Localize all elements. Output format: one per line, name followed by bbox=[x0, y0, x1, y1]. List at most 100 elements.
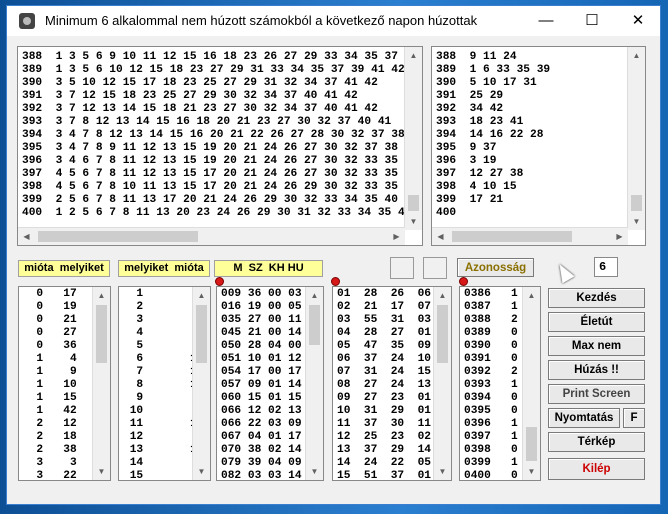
list-item[interactable]: 393 18 23 41 bbox=[436, 116, 550, 129]
list2-vscroll[interactable]: ▲ ▼ bbox=[192, 287, 210, 480]
list-item[interactable]: 396 3 4 6 7 8 11 12 13 15 19 20 21 24 26… bbox=[22, 155, 422, 168]
list-item[interactable]: 04 28 27 01 bbox=[337, 327, 431, 340]
list-item[interactable]: 398 4 5 6 7 8 10 11 13 15 17 20 21 24 26… bbox=[22, 181, 422, 194]
scroll-up-icon[interactable]: ▲ bbox=[523, 287, 540, 304]
list-item[interactable]: 15 51 37 01 bbox=[337, 470, 431, 480]
list-item[interactable]: 11 37 30 11 bbox=[337, 418, 431, 431]
huzas-button[interactable]: Húzás !! bbox=[548, 360, 645, 380]
empty-field-2[interactable] bbox=[423, 257, 447, 279]
scroll-left-icon[interactable]: ◀ bbox=[18, 228, 35, 245]
list-item[interactable]: 051 10 01 12 bbox=[221, 353, 302, 366]
azonossag-button[interactable]: Azonosság bbox=[457, 258, 534, 277]
scroll-up-icon[interactable]: ▲ bbox=[93, 287, 110, 304]
scroll-left-icon[interactable]: ◀ bbox=[432, 228, 449, 245]
maximize-button[interactable]: ☐ bbox=[569, 6, 615, 36]
scroll-thumb[interactable] bbox=[526, 427, 537, 461]
list-item[interactable]: 03 55 31 03 bbox=[337, 314, 431, 327]
list5-vscroll[interactable]: ▲ ▼ bbox=[522, 287, 540, 480]
list-item[interactable]: 057 09 01 14 bbox=[221, 379, 302, 392]
list-item[interactable]: 390 5 10 17 31 bbox=[436, 77, 550, 90]
scroll-down-icon[interactable]: ▼ bbox=[306, 463, 323, 480]
list-item[interactable]: 060 15 01 15 bbox=[221, 392, 302, 405]
list-item[interactable]: 393 3 7 8 12 13 14 15 16 18 20 21 23 27 … bbox=[22, 116, 422, 129]
scroll-down-icon[interactable]: ▼ bbox=[193, 463, 210, 480]
list-item[interactable]: 05 47 35 09 bbox=[337, 340, 431, 353]
list-item[interactable]: 070 38 02 14 bbox=[221, 444, 302, 457]
scroll-thumb[interactable] bbox=[96, 305, 107, 363]
list-item[interactable]: 399 2 5 6 7 8 11 13 17 20 21 24 26 29 30… bbox=[22, 194, 422, 207]
list-item[interactable]: 10 31 29 01 bbox=[337, 405, 431, 418]
list-item[interactable]: 067 04 01 17 bbox=[221, 431, 302, 444]
scroll-up-icon[interactable]: ▲ bbox=[434, 287, 451, 304]
list-item[interactable]: 392 3 7 12 13 14 15 18 21 23 27 30 32 34… bbox=[22, 103, 422, 116]
list-statistics[interactable]: 01 28 26 06 02 21 17 07 03 55 31 03 04 28 2… bbox=[332, 286, 452, 481]
list-draw-counts[interactable]: 0386 1 0387 1 0388 2 0389 0 0390 0 0391 0 0392… bbox=[459, 286, 541, 481]
number-input[interactable]: 6 bbox=[594, 257, 618, 277]
list-item[interactable]: 388 9 11 24 bbox=[436, 51, 550, 64]
list4-vscroll[interactable]: ▲ ▼ bbox=[433, 287, 451, 480]
list-item[interactable]: 12 25 23 02 bbox=[337, 431, 431, 444]
close-button[interactable]: ✕ bbox=[615, 6, 661, 36]
list-item[interactable]: 009 36 00 03 bbox=[221, 288, 302, 301]
list-item[interactable]: 13 37 29 14 bbox=[337, 444, 431, 457]
eletut-button[interactable]: Életút bbox=[548, 312, 645, 332]
list-item[interactable]: 398 4 10 15 bbox=[436, 181, 550, 194]
scroll-up-icon[interactable]: ▲ bbox=[405, 47, 422, 64]
list-item[interactable]: 0394 0 bbox=[464, 392, 518, 405]
list-item[interactable]: 0389 0 bbox=[464, 327, 518, 340]
top-left-vscroll[interactable]: ▲ ▼ bbox=[404, 47, 422, 230]
scroll-down-icon[interactable]: ▼ bbox=[628, 213, 645, 230]
list-item[interactable]: 082 03 03 14 bbox=[221, 470, 302, 480]
list-item[interactable]: 09 27 23 01 bbox=[337, 392, 431, 405]
list-item[interactable]: 400 1 2 5 6 7 8 11 13 20 23 24 26 29 30 … bbox=[22, 207, 422, 220]
scroll-thumb[interactable] bbox=[196, 305, 207, 363]
list-item[interactable]: 0392 2 bbox=[464, 366, 518, 379]
scroll-right-icon[interactable]: ▶ bbox=[611, 228, 628, 245]
scroll-up-icon[interactable]: ▲ bbox=[628, 47, 645, 64]
list-item[interactable]: 06 37 24 10 bbox=[337, 353, 431, 366]
list-item[interactable]: 388 1 3 5 6 9 10 11 12 15 16 18 23 26 27… bbox=[22, 51, 422, 64]
list-item[interactable]: 0393 1 bbox=[464, 379, 518, 392]
list-item[interactable]: 0391 0 bbox=[464, 353, 518, 366]
scroll-thumb[interactable] bbox=[631, 195, 642, 211]
empty-field-1[interactable] bbox=[390, 257, 414, 279]
top-left-listbox[interactable]: 388 1 3 5 6 9 10 11 12 15 16 18 23 26 27… bbox=[17, 46, 423, 246]
list-item[interactable]: 050 28 04 00 bbox=[221, 340, 302, 353]
list-item[interactable]: 389 1 3 5 6 10 12 15 18 23 27 29 31 33 3… bbox=[22, 64, 422, 77]
list-item[interactable]: 07 31 24 15 bbox=[337, 366, 431, 379]
top-left-hscroll[interactable]: ◀ ▶ bbox=[18, 227, 405, 245]
list-item[interactable]: 0387 1 bbox=[464, 301, 518, 314]
list-item[interactable]: 0399 1 bbox=[464, 457, 518, 470]
scroll-thumb[interactable] bbox=[38, 231, 198, 242]
list-item[interactable]: 390 3 5 10 12 15 17 18 23 25 27 29 31 32… bbox=[22, 77, 422, 90]
list-m-sz-kh-hu[interactable]: 009 36 00 03 016 19 00 05 035 27 00 11 045 … bbox=[216, 286, 324, 481]
list-item[interactable]: 394 3 4 7 8 12 13 14 15 16 20 21 22 26 2… bbox=[22, 129, 422, 142]
list-item[interactable]: 01 28 26 06 bbox=[337, 288, 431, 301]
list-item[interactable]: 0395 0 bbox=[464, 405, 518, 418]
list-item[interactable]: 0397 1 bbox=[464, 431, 518, 444]
scroll-thumb[interactable] bbox=[309, 305, 320, 345]
scroll-down-icon[interactable]: ▼ bbox=[434, 463, 451, 480]
top-right-vscroll[interactable]: ▲ ▼ bbox=[627, 47, 645, 230]
list-item[interactable]: 389 1 6 33 35 39 bbox=[436, 64, 550, 77]
list-item[interactable]: 0396 1 bbox=[464, 418, 518, 431]
scroll-thumb[interactable] bbox=[437, 305, 448, 363]
top-right-hscroll[interactable]: ◀ ▶ bbox=[432, 227, 628, 245]
list-item[interactable]: 066 22 03 09 bbox=[221, 418, 302, 431]
list-item[interactable]: 016 19 00 05 bbox=[221, 301, 302, 314]
list-item[interactable]: 394 14 16 22 28 bbox=[436, 129, 550, 142]
list-item[interactable]: 395 3 4 7 8 9 11 12 13 15 19 20 21 24 26… bbox=[22, 142, 422, 155]
list-item[interactable]: 0386 1 bbox=[464, 288, 518, 301]
f-button[interactable]: F bbox=[623, 408, 645, 428]
list-item[interactable]: 0390 0 bbox=[464, 340, 518, 353]
list-item[interactable]: 035 27 00 11 bbox=[221, 314, 302, 327]
list-melyiket-mióta[interactable]: 1 6 2 7 3 3 4 1 5 9 6 10 7 15 8 13 9 1 1… bbox=[118, 286, 211, 481]
list-item[interactable]: 054 17 00 17 bbox=[221, 366, 302, 379]
list-item[interactable]: 02 21 17 07 bbox=[337, 301, 431, 314]
scroll-down-icon[interactable]: ▼ bbox=[523, 463, 540, 480]
kezdes-button[interactable]: Kezdés bbox=[548, 288, 645, 308]
list-item[interactable]: 397 4 5 6 7 8 11 12 13 15 17 20 21 24 26… bbox=[22, 168, 422, 181]
list-item[interactable]: 397 12 27 38 bbox=[436, 168, 550, 181]
terkep-button[interactable]: Térkép bbox=[548, 432, 645, 452]
list-item[interactable]: 395 9 37 bbox=[436, 142, 550, 155]
